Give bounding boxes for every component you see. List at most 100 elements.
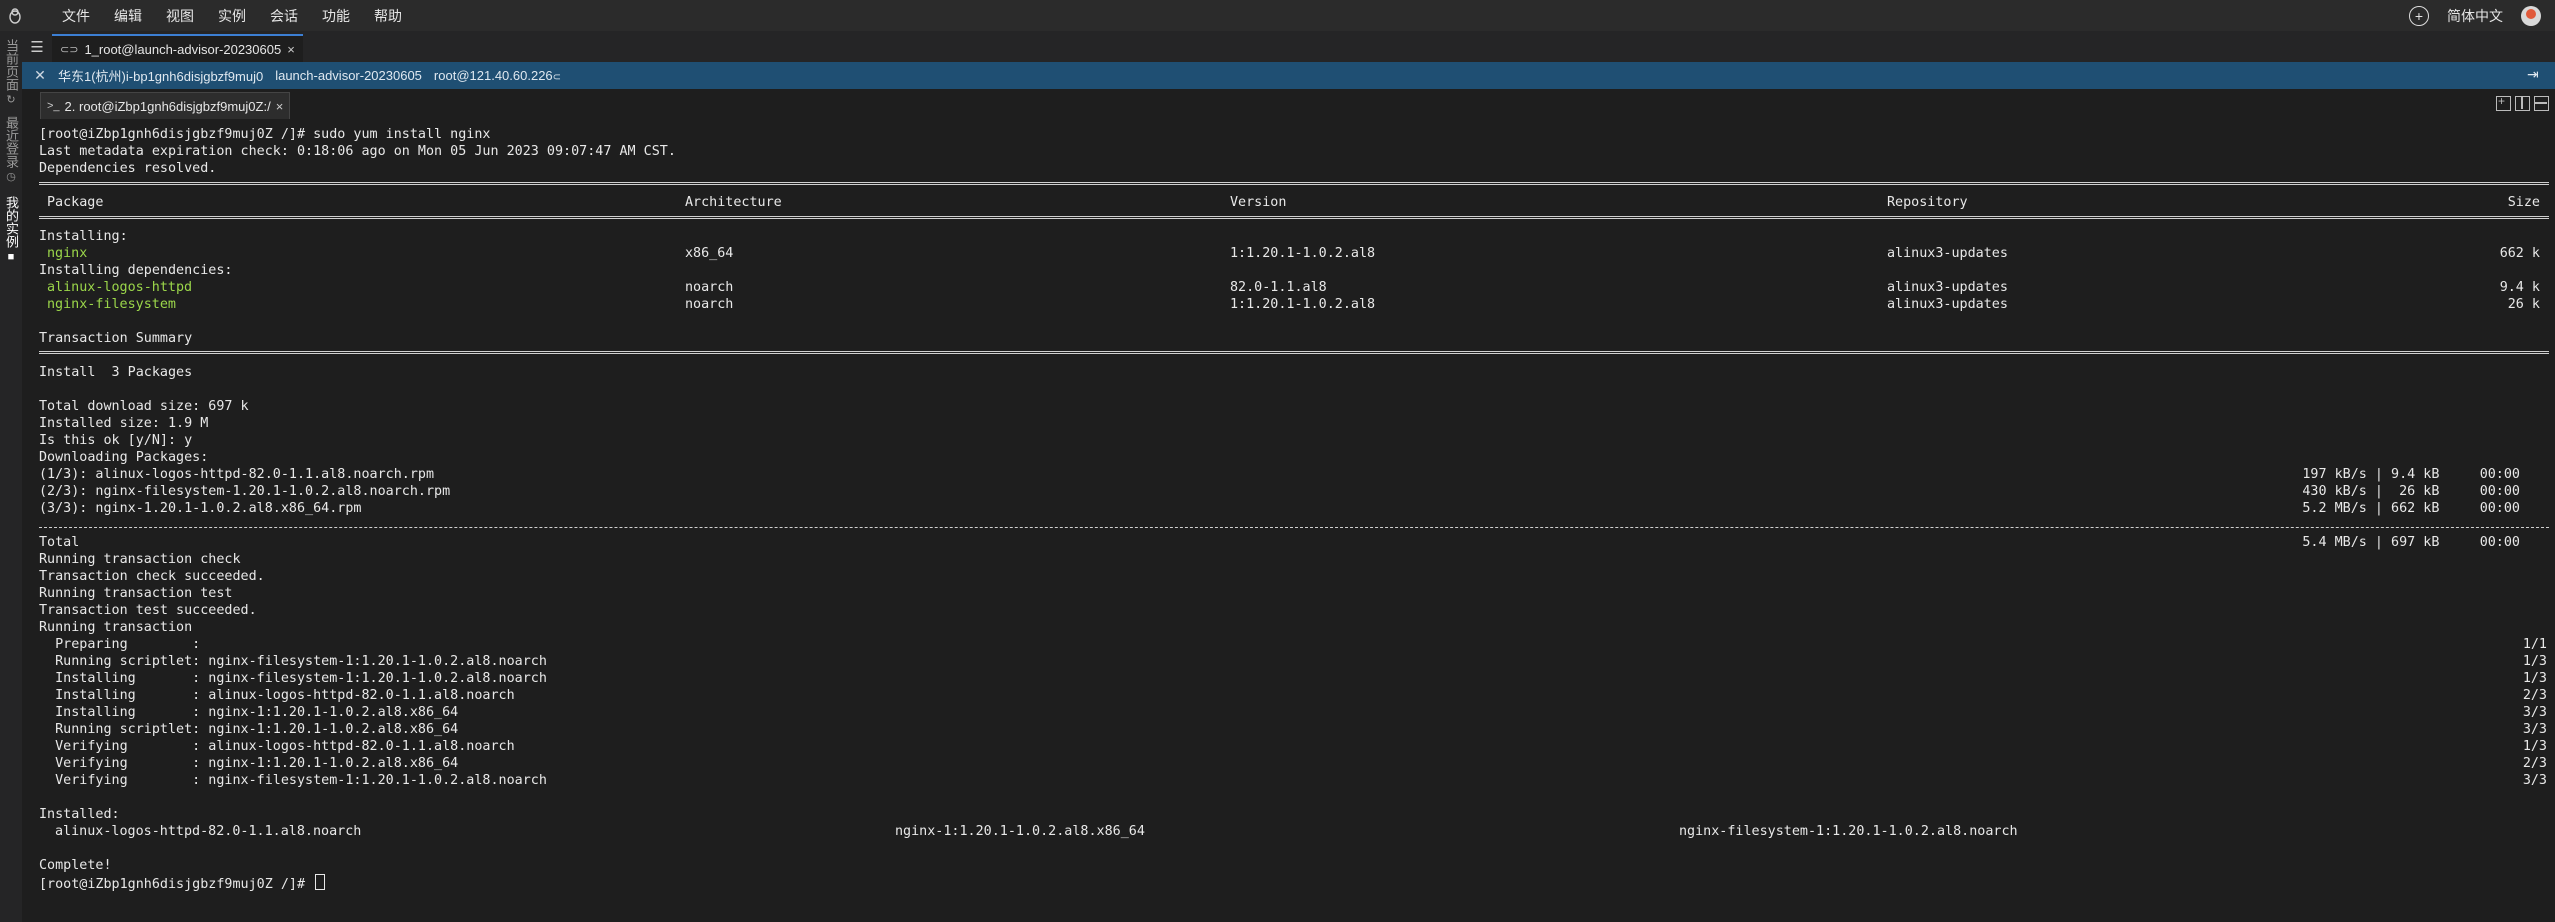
- copy-link-icon[interactable]: ⊂: [553, 72, 561, 83]
- menu-edit[interactable]: 编辑: [102, 6, 154, 26]
- terminal-line: Total: [39, 535, 80, 550]
- package-size: 662 k: [2499, 246, 2540, 261]
- installed-package: nginx-filesystem-1:1.20.1-1.0.2.al8.noar…: [1679, 824, 2018, 839]
- instance-name: launch-advisor-20230605: [275, 68, 422, 83]
- exit-icon[interactable]: ⇥: [2527, 66, 2545, 84]
- menu-instance[interactable]: 实例: [206, 6, 258, 26]
- language-selector[interactable]: 简体中文: [2447, 6, 2503, 26]
- terminal-tab[interactable]: >_ 2. root@iZbp1gnh6disjgbzf9muj0Z:/ ×: [40, 92, 291, 119]
- package-name: nginx: [47, 246, 88, 261]
- user-ip-text: root@121.40.60.226: [433, 68, 553, 83]
- package-repo: alinux3-updates: [1887, 280, 2008, 295]
- installed-package: nginx-1:1.20.1-1.0.2.al8.x86_64: [895, 824, 1145, 839]
- installed-package: alinux-logos-httpd-82.0-1.1.al8.noarch: [55, 824, 362, 839]
- terminal-line: Total download size: 697 k: [39, 399, 249, 414]
- header-version: Version: [1230, 195, 1287, 210]
- terminal-prompt-icon: >_: [47, 100, 60, 112]
- separator-rule: [39, 351, 2549, 354]
- download-stats: 430 kB/s | 26 kB 00:00: [2302, 484, 2520, 499]
- action-line: Verifying : nginx-filesystem-1:1.20.1-1.…: [39, 773, 547, 788]
- separator-rule: [39, 527, 2549, 528]
- menu-file[interactable]: 文件: [50, 6, 102, 26]
- separator-rule: [39, 216, 2549, 219]
- terminal-cursor: [315, 874, 326, 890]
- action-count: 1/3: [2522, 654, 2547, 669]
- separator-rule: [39, 182, 2549, 185]
- terminal-line: Transaction check succeeded.: [39, 569, 265, 584]
- penguin-logo-icon: [0, 0, 30, 31]
- left-sidebar: 当前页面 ↻ 最近登录 ◷ 我的实例 ■: [0, 31, 23, 922]
- action-line: Running scriptlet: nginx-1:1.20.1-1.0.2.…: [39, 722, 459, 737]
- action-line: Installing : nginx-filesystem-1:1.20.1-1…: [39, 671, 547, 686]
- prompt-text: [root@iZbp1gnh6disjgbzf9muj0Z /]#: [39, 877, 314, 892]
- session-tab-label: 1_root@launch-advisor-20230605: [84, 41, 282, 57]
- avatar[interactable]: [2521, 5, 2541, 26]
- menu-help[interactable]: 帮助: [362, 6, 414, 26]
- header-size: Size: [2507, 195, 2540, 210]
- package-size: 9.4 k: [2499, 280, 2540, 295]
- terminal-line: Downloading Packages:: [39, 450, 209, 465]
- add-circle-icon[interactable]: +: [2409, 5, 2429, 26]
- instance-region: 华东1(杭州)i-bp1gnh6disjgbzf9muj0: [58, 69, 264, 84]
- download-line: (3/3): nginx-1.20.1-1.0.2.al8.x86_64.rpm: [39, 501, 362, 516]
- action-count: 1/3: [2522, 739, 2547, 754]
- action-count: 1/3: [2522, 671, 2547, 686]
- header-architecture: Architecture: [685, 195, 782, 210]
- package-version: 1:1.20.1-1.0.2.al8: [1230, 246, 1376, 261]
- terminal-tab-label: 2. root@iZbp1gnh6disjgbzf9muj0Z:/: [64, 98, 271, 114]
- package-size: 26 k: [2507, 297, 2540, 312]
- close-icon[interactable]: ×: [276, 99, 284, 114]
- package-repo: alinux3-updates: [1887, 297, 2008, 312]
- menubar: 文件 编辑 视图 实例 会话 功能 帮助 + 简体中文: [0, 0, 2555, 31]
- sidebar-tab-my-instances[interactable]: 我的实例 ■: [0, 196, 22, 264]
- package-version: 82.0-1.1.al8: [1230, 280, 1327, 295]
- action-count: 2/3: [2522, 756, 2547, 771]
- package-arch: x86_64: [685, 246, 734, 261]
- terminal-prompt-line[interactable]: [root@iZbp1gnh6disjgbzf9muj0Z /]#: [39, 874, 326, 892]
- terminal-output[interactable]: [root@iZbp1gnh6disjgbzf9muj0Z /]# sudo y…: [22, 120, 2555, 922]
- action-line: Verifying : alinux-logos-httpd-82.0-1.1.…: [39, 739, 515, 754]
- header-repository: Repository: [1887, 195, 1968, 210]
- terminal-line: Installing:: [39, 229, 128, 244]
- server-icon: ■: [7, 251, 15, 263]
- download-line: (1/3): alinux-logos-httpd-82.0-1.1.al8.n…: [39, 467, 435, 482]
- terminal-line: Running transaction test: [39, 586, 233, 601]
- download-stats: 5.4 MB/s | 697 kB 00:00: [2302, 535, 2520, 550]
- sidebar-tab-recent-login[interactable]: 最近登录 ◷: [0, 116, 22, 184]
- action-count: 3/3: [2522, 705, 2547, 720]
- terminal-line: Installed size: 1.9 M: [39, 416, 209, 431]
- terminal-line: Is this ok [y/N]: y: [39, 433, 193, 448]
- action-line: Installing : alinux-logos-httpd-82.0-1.1…: [39, 688, 515, 703]
- close-x-icon[interactable]: ✕: [22, 67, 58, 84]
- package-arch: noarch: [685, 297, 734, 312]
- session-tab[interactable]: ⊂⊃ 1_root@launch-advisor-20230605 ×: [52, 34, 303, 62]
- menu-function[interactable]: 功能: [310, 6, 362, 26]
- sidebar-tab-label: 我的实例: [4, 196, 19, 248]
- terminal-line: Complete!: [39, 858, 112, 873]
- close-icon[interactable]: ×: [287, 42, 295, 57]
- clock-icon: ◷: [6, 171, 16, 183]
- session-tabbar: ☰ ⊂⊃ 1_root@launch-advisor-20230605 ×: [22, 31, 2555, 62]
- terminal-line: Transaction test succeeded.: [39, 603, 257, 618]
- terminal-line: Install 3 Packages: [39, 365, 193, 380]
- action-line: Verifying : nginx-1:1.20.1-1.0.2.al8.x86…: [39, 756, 459, 771]
- sidebar-tab-label: 最近登录: [4, 116, 19, 168]
- split-vertical-icon[interactable]: [2515, 96, 2530, 111]
- header-package: Package: [47, 195, 104, 210]
- terminal-line: Installing dependencies:: [39, 263, 233, 278]
- link-icon: ⊂⊃: [60, 43, 79, 56]
- download-line: (2/3): nginx-filesystem-1.20.1-1.0.2.al8…: [39, 484, 451, 499]
- package-arch: noarch: [685, 280, 734, 295]
- sidebar-tab-current-page[interactable]: 当前页面 ↻: [0, 39, 22, 107]
- download-stats: 5.2 MB/s | 662 kB 00:00: [2302, 501, 2520, 516]
- terminal-tabbar: >_ 2. root@iZbp1gnh6disjgbzf9muj0Z:/ ×: [22, 89, 2555, 121]
- action-count: 2/3: [2522, 688, 2547, 703]
- action-count: 3/3: [2522, 722, 2547, 737]
- download-stats: 197 kB/s | 9.4 kB 00:00: [2302, 467, 2520, 482]
- split-horizontal-icon[interactable]: [2534, 96, 2549, 111]
- session-list-icon[interactable]: ☰: [22, 31, 52, 62]
- new-pane-icon[interactable]: [2496, 94, 2511, 111]
- action-line: Installing : nginx-1:1.20.1-1.0.2.al8.x8…: [39, 705, 459, 720]
- menu-view[interactable]: 视图: [154, 6, 206, 26]
- menu-session[interactable]: 会话: [258, 6, 310, 26]
